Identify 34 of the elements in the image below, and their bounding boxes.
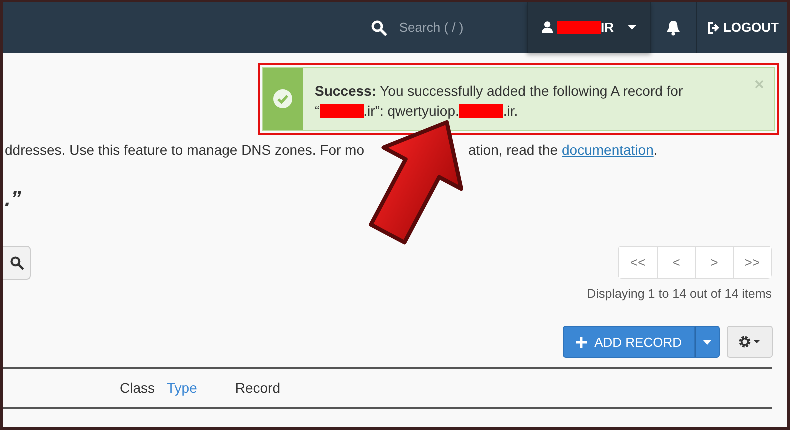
pagination-button[interactable]: >>: [733, 247, 771, 278]
dropdown-button[interactable]: [695, 326, 720, 358]
column-header[interactable]: Class: [118, 380, 162, 396]
settings-button[interactable]: [727, 326, 773, 358]
search-button[interactable]: [3, 246, 31, 280]
alert-text: .ir”: qwertyuiop.: [364, 102, 460, 121]
caret-icon: [628, 25, 636, 30]
column-header[interactable]: Record: [233, 380, 287, 396]
redaction-mark: [459, 104, 504, 118]
column-header[interactable]: Type: [165, 380, 204, 396]
summary-text: Displaying 1 to 14 out of 14 items: [587, 287, 772, 301]
logout-icon: [707, 22, 720, 34]
close-icon: [755, 80, 764, 89]
search-field[interactable]: Search ( / ): [397, 19, 512, 36]
description-text: ddresses. Use this feature to manage DNS zones. For mo: [5, 142, 364, 158]
search-icon: [371, 20, 388, 36]
caret-icon: [703, 340, 712, 344]
alert-text: Success: You successfully added the following A record for: [315, 82, 684, 101]
check-icon: [273, 89, 293, 109]
page-heading: .”: [5, 188, 22, 212]
period-text: .: [654, 142, 658, 158]
search-icon: [10, 256, 24, 270]
user-menu[interactable]: IR: [527, 2, 652, 53]
logout-button[interactable]: LOGOUT: [697, 2, 787, 53]
alert-text: “: [315, 102, 320, 121]
add-record-button[interactable]: ADD RECORD: [562, 326, 695, 358]
bell-icon: [666, 20, 682, 36]
alert-text: .ir.: [503, 102, 518, 121]
user-icon: [542, 21, 554, 34]
settings-icon: [739, 336, 761, 348]
documentation-link[interactable]: documentation: [562, 142, 654, 158]
description-text: ation, read the: [468, 142, 558, 158]
redaction-mark: [320, 104, 364, 118]
plus-icon: [576, 336, 587, 348]
